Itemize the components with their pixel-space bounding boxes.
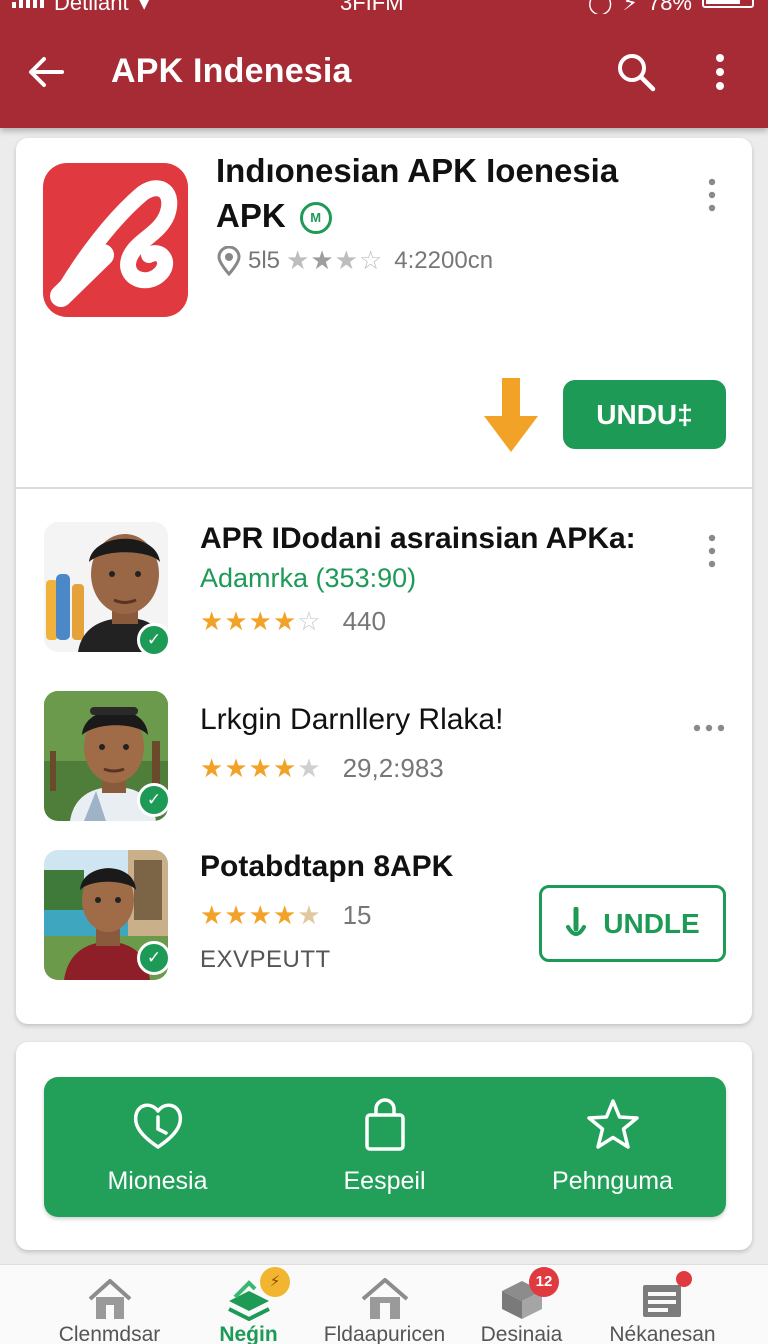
star-half-icon: ★ — [297, 900, 321, 930]
list-item[interactable]: ✓ Lrkgin Darnllery Rlaka! ★ ★ ★ ★ ★ 29,2:983 — [16, 691, 752, 831]
more-vertical-icon[interactable] — [700, 532, 724, 570]
star-outline-icon: ☆ — [297, 606, 321, 636]
app-rating: ★ ★ ★ ★ ★ 29,2:983 — [200, 753, 444, 784]
featured-app-title-text: Indıonesian APK Ioenesia APK — [216, 152, 619, 234]
featured-rating-value: 5l5 — [248, 246, 281, 274]
featured-downloads: 4:2200cn — [394, 246, 494, 274]
featured-app-title[interactable]: Indıonesian APK Ioenesia APK M — [216, 148, 686, 238]
status-bar: Detilant ▾ 3FIFM ◯ ⚡ 78% — [0, 0, 768, 14]
back-arrow-icon[interactable] — [24, 50, 68, 94]
star-icon: ★ — [248, 900, 272, 930]
notification-dot — [676, 1271, 692, 1287]
overflow-menu-icon[interactable] — [702, 50, 738, 94]
signal-icon — [12, 0, 44, 8]
bottom-navigation: Clenmdsar ⚡ Neǵin Fldaapuricen 12 Desina… — [0, 1264, 768, 1344]
featured-rating-stars: ★ ★ ★ ☆ — [286, 245, 382, 276]
star-icon: ★ — [224, 900, 248, 930]
star-icon: ★ — [224, 606, 248, 636]
nav-item-box[interactable]: 12 Desinaia — [445, 1265, 598, 1344]
app-title: Lrkgin Darnllery Rlaka! — [200, 703, 504, 736]
star-icon: ★ — [286, 245, 310, 275]
more-vertical-icon[interactable] — [700, 176, 724, 214]
star-icon: ★ — [248, 753, 272, 783]
app-rating: ★ ★ ★ ★ ☆ 440 — [200, 606, 386, 637]
download-button-outline[interactable]: UNDLE — [539, 885, 726, 962]
alarm-icon: ◯ — [587, 0, 613, 14]
rating-stars: ★ ★ ★ ★ ☆ — [200, 606, 321, 637]
verified-check-icon: ✓ — [137, 783, 171, 817]
notification-badge: 12 — [529, 1267, 559, 1297]
nav-label: Clenmdsar — [58, 1323, 161, 1344]
download-button-label: UNDLE — [603, 907, 700, 939]
nav-badge-icon: ⚡ — [260, 1267, 290, 1297]
verified-badge-icon: M — [299, 202, 332, 235]
app-title: APR IDodani asrainsian APKa: — [200, 522, 636, 555]
star-icon — [586, 1099, 639, 1149]
star-icon: ★ — [272, 753, 297, 783]
star-half-icon: ★ — [272, 606, 297, 636]
category-item[interactable]: Mionesia — [44, 1077, 271, 1217]
download-button[interactable]: UNDU‡ — [563, 380, 726, 449]
star-icon: ★ — [200, 606, 224, 636]
battery-percent: 78% — [647, 0, 692, 14]
featured-app-meta: 5l5 ★ ★ ★ ☆ 4:2200cn — [216, 245, 493, 276]
verified-check-icon: ✓ — [137, 623, 171, 657]
star-icon: ★ — [200, 753, 224, 783]
shopping-bag-icon — [364, 1098, 405, 1151]
category-label: Eespeil — [343, 1167, 426, 1195]
nav-item-apps[interactable]: ⚡ Neǵin — [172, 1265, 325, 1344]
home-icon — [88, 1279, 131, 1319]
category-label: Mionesia — [107, 1167, 208, 1195]
nav-label: Fldaapuricen — [323, 1323, 446, 1344]
rating-stars: ★ ★ ★ ★ ★ — [200, 900, 321, 931]
rating-count: 440 — [342, 606, 386, 636]
app-bar: Detilant ▾ 3FIFM ◯ ⚡ 78% APK Indenesia — [0, 0, 768, 128]
star-icon: ★ — [200, 900, 224, 930]
star-half-icon: ★ — [334, 245, 358, 275]
nav-item-house[interactable]: Fldaapuricen — [308, 1265, 461, 1344]
featured-app-icon[interactable] — [43, 163, 188, 317]
verified-check-icon: ✓ — [137, 941, 171, 975]
category-item[interactable]: Eespeil — [271, 1077, 498, 1217]
more-horizontal-icon[interactable] — [692, 721, 726, 735]
app-subtitle: Adamrka (353:90) — [200, 563, 417, 593]
category-card: Mionesia Eespeil Pehnguma — [16, 1042, 752, 1250]
star-outline-icon: ★ — [297, 753, 321, 783]
category-item[interactable]: Pehnguma — [499, 1077, 726, 1217]
nav-label: Desinaia — [480, 1323, 563, 1344]
status-time: 3FIFM — [340, 0, 404, 14]
app-list-card: Indıonesian APK Ioenesia APK M 5l5 ★ ★ ★ ☆ 4… — [16, 138, 752, 1024]
list-item[interactable]: ✓ APR IDodani asrainsian APKa: Adamrka (… — [16, 522, 752, 662]
star-icon: ★ — [248, 606, 272, 636]
download-icon — [566, 906, 587, 936]
nav-label: Nékanesan — [609, 1323, 716, 1344]
wifi-icon: ▾ — [138, 0, 150, 14]
charging-icon: ⚡ — [622, 0, 638, 14]
nav-item-list[interactable]: Nékanesan — [586, 1265, 739, 1344]
star-icon: ★ — [224, 753, 248, 783]
star-icon: ★ — [310, 245, 334, 275]
nav-item-home[interactable]: Clenmdsar — [33, 1265, 186, 1344]
house-icon — [361, 1278, 408, 1319]
category-bar: Mionesia Eespeil Pehnguma — [44, 1077, 726, 1217]
rating-stars: ★ ★ ★ ★ ★ — [200, 753, 321, 784]
clock-heart-icon — [133, 1103, 182, 1149]
carrier-label: Detilant — [54, 0, 129, 14]
rating-count: 29,2:983 — [342, 753, 444, 783]
page-title: APK Indenesia — [111, 52, 352, 90]
app-rating: ★ ★ ★ ★ ★ 15 — [200, 900, 371, 931]
divider — [16, 487, 752, 489]
download-arrow-icon — [484, 378, 538, 452]
star-icon: ★ — [272, 900, 297, 930]
star-outline-icon: ☆ — [358, 245, 383, 275]
rating-count: 15 — [342, 900, 372, 930]
app-title: Potabdtapn 8APK — [200, 850, 454, 883]
battery-icon — [702, 0, 754, 8]
app-category: EXVPEUTT — [200, 946, 331, 973]
nav-label: Neǵin — [219, 1323, 278, 1344]
location-pin-icon — [217, 245, 241, 276]
category-label: Pehnguma — [552, 1167, 673, 1195]
search-icon[interactable] — [614, 50, 658, 94]
